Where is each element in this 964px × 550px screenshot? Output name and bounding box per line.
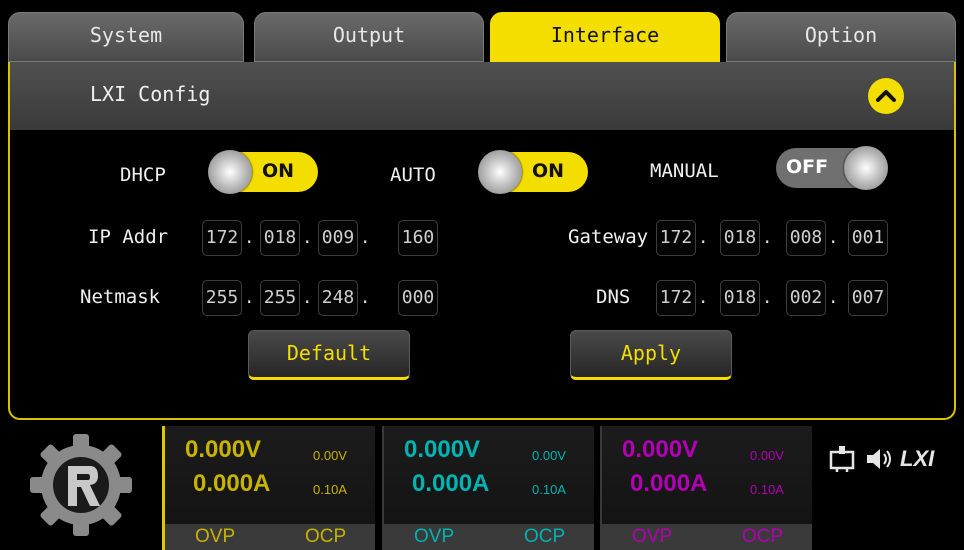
netmask-octet-4[interactable]: 000 (398, 280, 438, 316)
dns-octet-3[interactable]: 002 (786, 280, 826, 316)
ch2-set-voltage: 0.00V (532, 448, 566, 463)
ch1-ovp[interactable]: OVP (195, 526, 235, 548)
ch3-ocp[interactable]: OCP (742, 526, 783, 548)
netmask-separator: . (362, 284, 369, 308)
ip-octet-3[interactable]: 009 (318, 220, 358, 256)
gateway-octet-2[interactable]: 018 (720, 220, 760, 256)
chevron-up-icon (876, 90, 896, 102)
collapse-button[interactable] (868, 78, 904, 114)
ch1-set-voltage: 0.00V (313, 448, 347, 463)
gateway-octet-3[interactable]: 008 (786, 220, 826, 256)
panel-title: LXI Config (90, 82, 211, 106)
channel-2-panel[interactable]: 0.000V 0.00V 0.000A 0.10A OVP OCP (382, 426, 594, 550)
ch1-current: 0.000A (193, 470, 271, 497)
ip-separator: . (304, 224, 311, 248)
ch2-ocp[interactable]: OCP (524, 526, 565, 548)
manual-toggle[interactable]: OFF (776, 146, 888, 190)
tab-output[interactable]: Output (254, 12, 484, 62)
ch3-current: 0.000A (630, 470, 708, 497)
tab-interface[interactable]: Interface (490, 12, 720, 62)
dns-octet-1[interactable]: 172 (656, 280, 696, 316)
netmask-label: Netmask (80, 286, 161, 308)
dns-octet-2[interactable]: 018 (720, 280, 760, 316)
speaker-icon (867, 449, 891, 469)
panel-header[interactable]: LXI Config (10, 62, 954, 130)
ip-separator: . (246, 224, 253, 248)
ch1-protection-bar: OVP OCP (165, 524, 375, 550)
gateway-octet-4[interactable]: 001 (848, 220, 888, 256)
netmask-octet-3[interactable]: 248 (318, 280, 358, 316)
tab-system[interactable]: System (8, 12, 244, 62)
channel-1-panel[interactable]: 0.000V 0.00V 0.000A 0.10A OVP OCP (162, 426, 375, 550)
dns-label: DNS (596, 286, 631, 308)
ch2-voltage: 0.000V (404, 436, 481, 463)
netmask-octet-1[interactable]: 255 (202, 280, 242, 316)
ch2-set-current: 0.10A (532, 482, 566, 497)
gateway-separator: . (764, 224, 771, 248)
toggle-knob (208, 150, 252, 194)
tab-bar: System Output Interface Option (8, 12, 956, 62)
status-bar: 0.000V 0.00V 0.000A 0.10A OVP OCP 0.000V… (0, 424, 964, 550)
manual-state: OFF (786, 156, 829, 178)
network-icon (829, 446, 855, 472)
dns-separator: . (764, 284, 771, 308)
netmask-separator: . (246, 284, 253, 308)
dns-separator: . (700, 284, 707, 308)
channel-3-panel[interactable]: 0.000V 0.00V 0.000A 0.10A OVP OCP (600, 426, 812, 550)
toggle-knob (844, 146, 888, 190)
gateway-label: Gateway (568, 226, 649, 248)
apply-button[interactable]: Apply (570, 330, 732, 380)
dns-separator: . (830, 284, 837, 308)
ip-octet-4[interactable]: 160 (398, 220, 438, 256)
dhcp-state: ON (262, 160, 295, 182)
ch3-protection-bar: OVP OCP (602, 524, 812, 550)
manual-label: MANUAL (650, 160, 719, 182)
default-button[interactable]: Default (248, 330, 410, 380)
auto-state: ON (532, 160, 565, 182)
netmask-separator: . (304, 284, 311, 308)
ch3-ovp[interactable]: OVP (632, 526, 672, 548)
dhcp-label: DHCP (120, 164, 166, 186)
ch1-voltage: 0.000V (185, 436, 262, 463)
ip-separator: . (362, 224, 369, 248)
ip-octet-1[interactable]: 172 (202, 220, 242, 256)
dns-octet-4[interactable]: 007 (848, 280, 888, 316)
gateway-octet-1[interactable]: 172 (656, 220, 696, 256)
netmask-octet-2[interactable]: 255 (260, 280, 300, 316)
ip-addr-label: IP Addr (88, 226, 169, 248)
ch1-set-current: 0.10A (313, 482, 347, 497)
brand-gear-logo (30, 434, 132, 536)
ch2-ovp[interactable]: OVP (414, 526, 454, 548)
ip-octet-2[interactable]: 018 (260, 220, 300, 256)
tab-option[interactable]: Option (726, 12, 956, 62)
toggle-knob (478, 150, 522, 194)
ch2-current: 0.000A (412, 470, 490, 497)
ch3-voltage: 0.000V (622, 436, 699, 463)
auto-label: AUTO (390, 164, 436, 186)
auto-toggle[interactable]: ON (478, 150, 588, 194)
lxi-config-panel: LXI Config DHCP ON AUTO ON MANUAL OFF IP… (8, 62, 956, 420)
dhcp-toggle[interactable]: ON (208, 150, 318, 194)
ch3-set-current: 0.10A (750, 482, 784, 497)
ch3-set-voltage: 0.00V (750, 448, 784, 463)
ch1-ocp[interactable]: OCP (305, 526, 346, 548)
gateway-separator: . (830, 224, 837, 248)
lxi-logo: LXI (900, 446, 935, 471)
ch2-protection-bar: OVP OCP (384, 524, 594, 550)
gateway-separator: . (700, 224, 707, 248)
